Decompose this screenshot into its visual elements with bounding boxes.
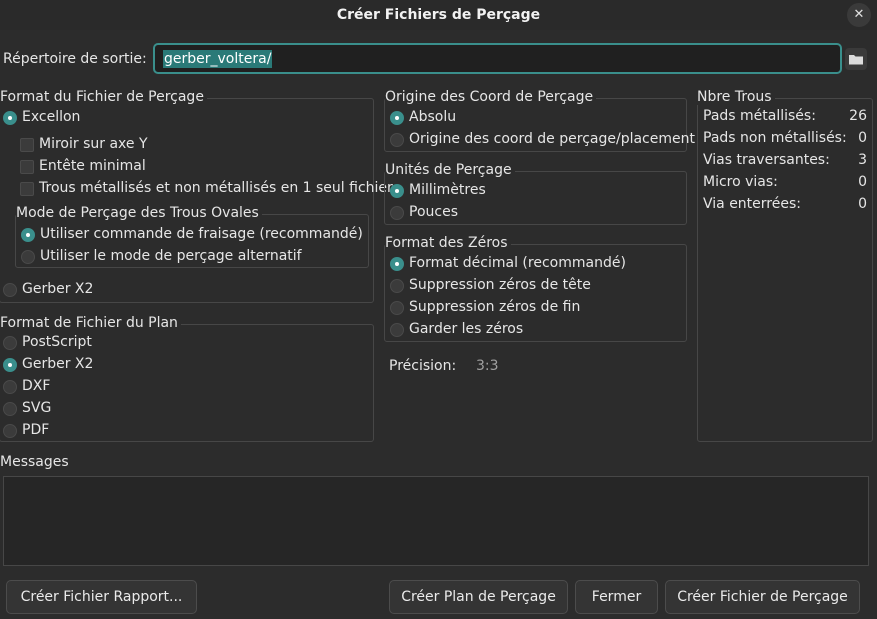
gerber-x2-drill-label: Gerber X2	[22, 281, 94, 297]
origin-title: Origine des Coord de Perçage	[385, 89, 597, 105]
zeros-keep-radio[interactable]	[390, 323, 404, 337]
drill-format-title: Format du Fichier de Perçage	[0, 89, 207, 105]
browse-folder-button[interactable]	[845, 48, 867, 70]
precision-value: 3:3	[476, 358, 499, 374]
map-svg-radio[interactable]	[3, 402, 17, 416]
gerber-x2-drill-radio[interactable]	[3, 283, 17, 297]
units-inches-radio[interactable]	[390, 206, 404, 220]
hole-counts-title: Nbre Trous	[697, 89, 775, 105]
mirror-y-label: Miroir sur axe Y	[39, 136, 148, 152]
origin-aux-label: Origine des coord de perçage/placement	[409, 131, 695, 147]
zeros-keep-label: Garder les zéros	[409, 321, 524, 337]
alternate-drill-radio[interactable]	[21, 250, 35, 264]
units-inches-label: Pouces	[409, 204, 458, 220]
through-vias-value: 3	[858, 152, 867, 168]
create-map-button[interactable]: Créer Plan de Perçage	[389, 580, 568, 614]
origin-absolute-label: Absolu	[409, 109, 457, 125]
create-drill-button[interactable]: Créer Fichier de Perçage	[665, 580, 860, 614]
excellon-label: Excellon	[22, 109, 81, 125]
map-pdf-radio[interactable]	[3, 424, 17, 438]
drill-format-group	[0, 98, 374, 303]
excellon-radio[interactable]	[3, 111, 17, 125]
hole-counts-group	[697, 98, 873, 442]
zeros-decimal-radio[interactable]	[390, 257, 404, 271]
route-command-radio[interactable]	[21, 228, 35, 242]
minimal-header-label: Entête minimal	[39, 158, 146, 174]
alternate-drill-label: Utiliser le mode de perçage alternatif	[40, 248, 302, 264]
window-title: Créer Fichiers de Perçage	[336, 7, 541, 23]
create-report-button[interactable]: Créer Fichier Rapport...	[6, 580, 197, 614]
units-title: Unités de Perçage	[385, 162, 515, 178]
folder-icon	[849, 55, 863, 65]
close-icon[interactable]: ✕	[847, 3, 871, 27]
output-dir-value: gerber_voltera/	[163, 50, 273, 68]
npth-pads-value: 0	[858, 130, 867, 146]
precision-label: Précision:	[389, 358, 457, 374]
zeros-title: Format des Zéros	[385, 235, 511, 251]
units-mm-label: Millimètres	[409, 182, 486, 198]
messages-box[interactable]	[3, 476, 869, 566]
merge-pth-npth-checkbox[interactable]	[20, 182, 34, 196]
map-dxf-radio[interactable]	[3, 380, 17, 394]
plated-pads-value: 26	[849, 108, 867, 124]
map-gerber-x2-radio[interactable]	[3, 358, 17, 372]
zeros-decimal-label: Format décimal (recommandé)	[409, 255, 626, 271]
map-gerber-x2-label: Gerber X2	[22, 356, 94, 372]
map-postscript-label: PostScript	[22, 334, 92, 350]
zeros-trailing-label: Suppression zéros de fin	[409, 299, 581, 315]
close-button[interactable]: Fermer	[575, 580, 658, 614]
minimal-header-checkbox[interactable]	[20, 160, 34, 174]
map-dxf-label: DXF	[22, 378, 51, 394]
plated-pads-label: Pads métallisés:	[703, 108, 816, 124]
output-dir-input[interactable]: gerber_voltera/	[153, 43, 842, 74]
route-command-label: Utiliser commande de fraisage (recommand…	[40, 226, 363, 242]
oval-mode-title: Mode de Perçage des Trous Ovales	[16, 205, 262, 221]
map-pdf-label: PDF	[22, 422, 50, 438]
micro-vias-value: 0	[858, 174, 867, 190]
zeros-leading-label: Suppression zéros de tête	[409, 277, 591, 293]
map-postscript-radio[interactable]	[3, 336, 17, 350]
mirror-y-checkbox[interactable]	[20, 138, 34, 152]
origin-absolute-radio[interactable]	[390, 111, 404, 125]
through-vias-label: Vias traversantes:	[703, 152, 830, 168]
zeros-leading-radio[interactable]	[390, 279, 404, 293]
origin-aux-radio[interactable]	[390, 133, 404, 147]
buried-vias-label: Via enterrées:	[703, 196, 801, 212]
merge-pth-npth-label: Trous métallisés et non métallisés en 1 …	[39, 180, 393, 196]
messages-label: Messages	[0, 454, 69, 470]
npth-pads-label: Pads non métallisés:	[703, 130, 847, 146]
buried-vias-value: 0	[858, 196, 867, 212]
output-dir-label: Répertoire de sortie:	[3, 51, 147, 67]
map-format-title: Format de Fichier du Plan	[0, 315, 181, 331]
map-svg-label: SVG	[22, 400, 52, 416]
units-mm-radio[interactable]	[390, 184, 404, 198]
micro-vias-label: Micro vias:	[703, 174, 778, 190]
zeros-trailing-radio[interactable]	[390, 301, 404, 315]
